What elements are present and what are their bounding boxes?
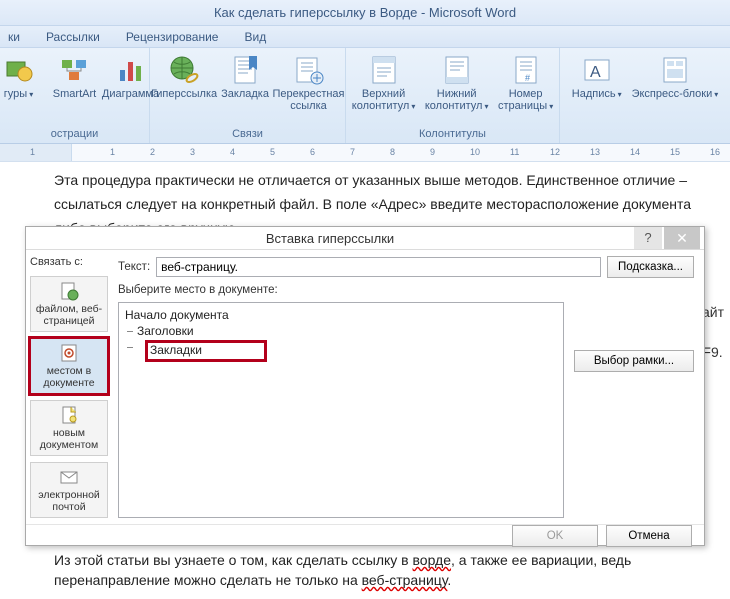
para: перенаправление можно сделать не только … <box>54 570 716 590</box>
link-to-place-in-doc[interactable]: местом вдокументе <box>30 338 108 394</box>
help-button[interactable]: ? <box>634 227 662 249</box>
para: Эта процедура практически не отличается … <box>54 170 710 190</box>
link-to-file-web[interactable]: файлом, веб-страницей <box>30 276 108 332</box>
link-to-new-doc[interactable]: новымдокументом <box>30 400 108 456</box>
dialog-footer: OK Отмена <box>26 524 704 547</box>
window-title: Как сделать гиперссылку в Ворде - Micros… <box>214 5 516 20</box>
bookmark-icon <box>229 54 261 86</box>
svg-text:A: A <box>590 64 601 81</box>
smartart-icon <box>59 54 91 86</box>
footer-button[interactable]: Нижнийколонтитул▾ <box>425 52 488 113</box>
dialog-title: Вставка гиперссылки <box>26 231 634 246</box>
email-icon <box>59 467 79 487</box>
link-to-label: Связать с: <box>30 256 108 268</box>
text-input[interactable] <box>156 257 601 277</box>
shapes-icon <box>3 54 35 86</box>
svg-text:#: # <box>525 73 530 83</box>
group-illustrations: гуры▾ SmartArt Диаграмма острации <box>0 48 150 143</box>
link-to-email[interactable]: электроннойпочтой <box>30 462 108 518</box>
textbox-button[interactable]: A Надпись▾ <box>572 52 622 101</box>
insert-hyperlink-dialog: Вставка гиперссылки ? ✕ Связать с: файло… <box>25 226 705 546</box>
header-icon <box>368 54 400 86</box>
header-button[interactable]: Верхнийколонтитул▾ <box>352 52 415 113</box>
ribbon-tabs: ки Рассылки Рецензирование Вид <box>0 26 730 48</box>
document-body-continued[interactable]: Из этой статьи вы узнаете о том, как сде… <box>54 550 716 590</box>
footer-icon <box>441 54 473 86</box>
frame-button[interactable]: Выбор рамки... <box>574 350 694 372</box>
group-text: A Надпись▾ Экспресс-блоки▾ <box>560 48 730 143</box>
pagenumber-icon: # <box>510 54 542 86</box>
document-places-tree[interactable]: Начало документа Заголовки Закладки <box>118 302 564 518</box>
hyperlink-button[interactable]: Гиперссылка <box>156 52 212 100</box>
group-label: острации <box>6 126 143 143</box>
para: ссылаться следует на конкретный файл. В … <box>54 194 710 214</box>
pagenumber-button[interactable]: # Номерстраницы▾ <box>498 52 553 113</box>
tree-node[interactable]: Заголовки <box>125 323 557 339</box>
group-label <box>566 126 724 143</box>
tab-view[interactable]: Вид <box>244 30 266 44</box>
ribbon: гуры▾ SmartArt Диаграмма острации Гиперс… <box>0 48 730 144</box>
link-to-sidebar: Связать с: файлом, веб-страницей местом … <box>26 250 112 524</box>
group-headerfooter: Верхнийколонтитул▾ Нижнийколонтитул▾ # Н… <box>346 48 560 143</box>
crossref-icon <box>293 54 325 86</box>
text-label: Текст: <box>118 261 150 273</box>
tree-node[interactable]: Начало документа <box>125 307 557 323</box>
tab-fragment[interactable]: ки <box>8 30 20 44</box>
group-links: Гиперссылка Закладка Перекрестнаяссылка … <box>150 48 346 143</box>
tab-mailings[interactable]: Рассылки <box>46 30 100 44</box>
textbox-icon: A <box>581 54 613 86</box>
new-doc-icon <box>59 405 79 425</box>
horizontal-ruler[interactable]: 112345678910111213141516 <box>0 144 730 162</box>
tab-review[interactable]: Рецензирование <box>126 30 219 44</box>
chart-icon <box>115 54 147 86</box>
globe-link-icon <box>168 54 200 86</box>
crossref-button[interactable]: Перекрестнаяссылка <box>278 52 339 112</box>
smartart-button[interactable]: SmartArt <box>52 52 98 100</box>
file-web-icon <box>59 281 79 301</box>
group-label: Связи <box>156 126 339 143</box>
chart-button[interactable]: Диаграмма <box>108 52 154 100</box>
tree-node[interactable]: Закладки <box>125 339 557 363</box>
quickparts-button[interactable]: Экспресс-блоки▾ <box>632 52 719 101</box>
group-label: Колонтитулы <box>352 126 553 143</box>
cancel-button[interactable]: Отмена <box>606 525 692 547</box>
ok-button[interactable]: OK <box>512 525 598 547</box>
shapes-button[interactable]: гуры▾ <box>0 52 42 101</box>
para: Из этой статьи вы узнаете о том, как сде… <box>54 550 716 570</box>
window-titlebar: Как сделать гиперссылку в Ворде - Micros… <box>0 0 730 26</box>
place-in-doc-icon <box>59 343 79 363</box>
quickparts-icon <box>659 54 691 86</box>
dialog-titlebar[interactable]: Вставка гиперссылки ? ✕ <box>26 227 704 250</box>
bookmark-button[interactable]: Закладка <box>222 52 268 100</box>
close-button[interactable]: ✕ <box>664 227 700 249</box>
hint-button[interactable]: Подсказка... <box>607 256 694 278</box>
select-place-label: Выберите место в документе: <box>118 284 278 296</box>
